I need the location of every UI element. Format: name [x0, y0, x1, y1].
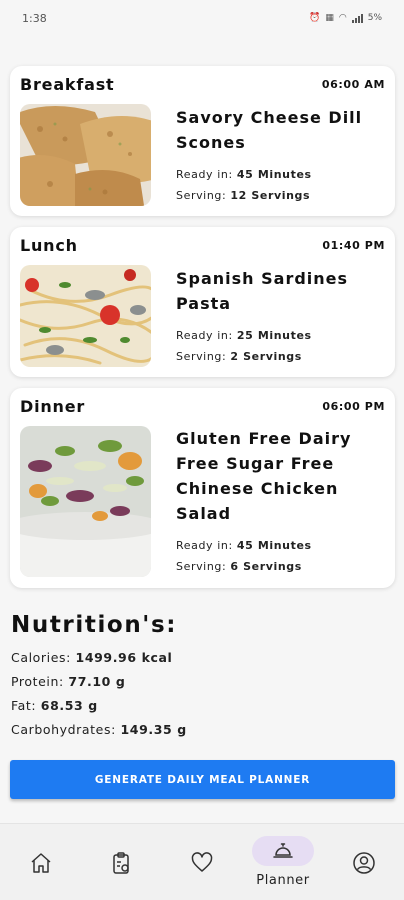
signal-icon — [351, 13, 363, 23]
nutrition-label: Fat: — [11, 698, 37, 713]
data-icon: ▦ — [325, 13, 334, 23]
generate-planner-button[interactable]: GENERATE DAILY MEAL PLANNER — [10, 760, 395, 799]
nutrition-carbohydrates: Carbohydrates: 149.35 g — [11, 718, 391, 742]
status-icons: ⏰ ▦ ◠ 5% — [309, 13, 382, 23]
nav-recipes[interactable] — [91, 824, 151, 900]
nutrition-protein: Protein: 77.10 g — [11, 670, 391, 694]
meal-image — [20, 265, 151, 367]
serving-value: 2 Servings — [230, 349, 302, 363]
meal-title: Savory Cheese Dill Scones — [176, 107, 363, 152]
nav-planner-label: Planner — [256, 873, 310, 888]
meal-time: 06:00 PM — [322, 399, 385, 413]
nutrition-fat: Fat: 68.53 g — [11, 694, 391, 718]
meal-ready: Ready in: 25 Minutes — [176, 325, 385, 346]
meal-time: 06:00 AM — [321, 77, 385, 91]
nutrition-heading: Nutrition's: — [11, 612, 178, 638]
meal-ready: Ready in: 45 Minutes — [176, 164, 385, 185]
meal-type: Lunch — [20, 235, 78, 255]
ready-label: Ready in: — [176, 167, 233, 181]
meal-ready: Ready in: 45 Minutes — [176, 535, 385, 556]
nutrition-value: 77.10 g — [68, 674, 126, 689]
meal-card-dinner[interactable]: Dinner 06:00 PM Gluten Free Dairy Free S… — [10, 388, 395, 588]
status-bar: 1:38 ⏰ ▦ ◠ 5% — [0, 0, 404, 36]
meal-serving: Serving: 6 Servings — [176, 556, 385, 577]
alarm-icon: ⏰ — [309, 13, 321, 23]
profile-icon — [353, 852, 375, 874]
meal-image — [20, 426, 151, 577]
nutrition-value: 1499.96 kcal — [75, 650, 173, 665]
ready-label: Ready in: — [176, 328, 233, 342]
clipboard-icon — [113, 852, 129, 874]
serving-value: 12 Servings — [230, 188, 311, 202]
meal-serving: Serving: 2 Servings — [176, 346, 385, 367]
home-icon — [31, 853, 51, 873]
serving-value: 6 Servings — [230, 560, 302, 573]
status-time: 1:38 — [22, 11, 47, 25]
ready-value: 45 Minutes — [236, 539, 312, 552]
nav-planner[interactable]: Planner — [252, 824, 314, 900]
meal-card-lunch[interactable]: Lunch 01:40 PM Spanish Sardines Pasta Re… — [10, 227, 395, 377]
meal-serving: Serving: 12 Servings — [176, 185, 385, 206]
nutrition-value: 149.35 g — [120, 722, 187, 737]
serving-label: Serving: — [176, 349, 227, 363]
nav-favorites[interactable] — [172, 824, 232, 900]
meal-title: Spanish Sardines Pasta — [176, 268, 349, 313]
ready-label: Ready in: — [176, 539, 233, 552]
meal-title: Gluten Free Dairy Free Sugar Free Chines… — [176, 429, 352, 523]
meal-card-breakfast[interactable]: Breakfast 06:00 AM Savory Cheese Dill Sc… — [10, 66, 395, 216]
serving-label: Serving: — [176, 188, 227, 202]
cloche-icon — [273, 843, 293, 858]
ready-value: 45 Minutes — [236, 167, 312, 181]
nav-profile[interactable] — [334, 824, 394, 900]
nutrition-section: Nutrition's: Calories: 1499.96 kcal Prot… — [11, 612, 391, 742]
heart-icon — [191, 852, 213, 872]
nutrition-label: Carbohydrates: — [11, 722, 116, 737]
nutrition-label: Calories: — [11, 650, 71, 665]
nutrition-value: 68.53 g — [40, 698, 98, 713]
nutrition-label: Protein: — [11, 674, 64, 689]
meal-type: Dinner — [20, 396, 86, 416]
nutrition-calories: Calories: 1499.96 kcal — [11, 646, 391, 670]
meal-time: 01:40 PM — [322, 238, 385, 252]
wifi-icon: ◠ — [338, 13, 347, 23]
bottom-nav: Planner — [0, 823, 404, 900]
meal-type: Breakfast — [20, 74, 115, 94]
meal-image — [20, 104, 151, 206]
nav-home[interactable] — [11, 824, 71, 900]
serving-label: Serving: — [176, 560, 227, 573]
meal-list: Breakfast 06:00 AM Savory Cheese Dill Sc… — [10, 66, 395, 599]
battery-level: 5% — [367, 13, 382, 23]
ready-value: 25 Minutes — [236, 328, 312, 342]
